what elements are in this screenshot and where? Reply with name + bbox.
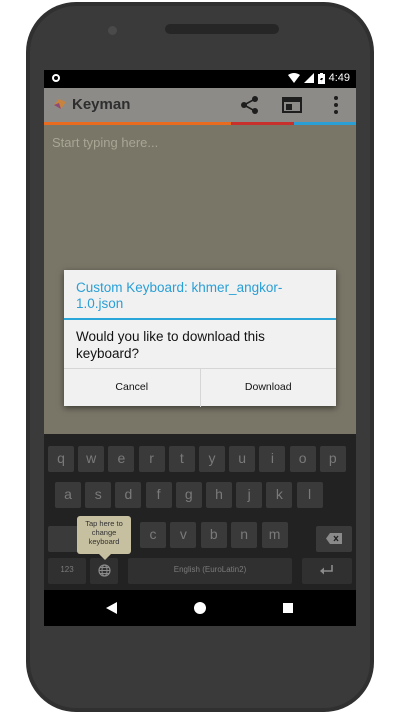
key-n[interactable]: n — [231, 522, 258, 548]
dialog-buttons: Cancel Download — [64, 368, 336, 407]
app-bar: Keyman — [44, 88, 356, 122]
cell-signal-icon — [303, 73, 314, 83]
change-keyboard-tooltip: Tap here to change keyboard — [77, 516, 131, 554]
download-keyboard-dialog: Custom Keyboard: khmer_angkor-1.0.json W… — [64, 270, 336, 407]
key-e[interactable]: e — [108, 446, 135, 472]
download-button[interactable]: Download — [199, 369, 337, 407]
web-browser-icon[interactable] — [281, 94, 303, 116]
status-bar: 4:49 — [44, 70, 356, 88]
key-l[interactable]: l — [296, 482, 323, 508]
key-a[interactable]: a — [55, 482, 81, 508]
wifi-icon — [287, 73, 300, 83]
keyman-logo-icon — [54, 99, 66, 109]
key-j[interactable]: j — [236, 482, 263, 508]
dialog-title: Custom Keyboard: khmer_angkor-1.0.json — [76, 280, 283, 311]
earpiece-speaker — [165, 24, 279, 34]
dialog-title-divider — [64, 318, 336, 320]
front-camera — [108, 26, 117, 35]
key-p[interactable]: p — [319, 446, 346, 472]
enter-key[interactable] — [302, 558, 352, 584]
numeric-key[interactable]: 123 — [48, 558, 86, 584]
navigation-bar — [44, 590, 356, 626]
key-h[interactable]: h — [206, 482, 232, 508]
backspace-key[interactable] — [316, 526, 352, 552]
key-d[interactable]: d — [115, 482, 142, 508]
key-t[interactable]: t — [168, 446, 195, 472]
key-c[interactable]: c — [140, 522, 166, 548]
on-screen-keyboard: qwertyuiop asdfghjkl cvbnm 123 English (… — [44, 434, 356, 590]
globe-icon — [97, 564, 111, 577]
globe-key[interactable] — [90, 558, 118, 584]
status-icons: 4:49 — [287, 72, 350, 84]
key-q[interactable]: q — [48, 446, 74, 472]
text-placeholder: Start typing here... — [52, 135, 159, 150]
overflow-menu-icon[interactable] — [325, 94, 347, 116]
share-icon[interactable] — [239, 94, 261, 116]
key-o[interactable]: o — [289, 446, 316, 472]
cancel-button[interactable]: Cancel — [64, 369, 200, 407]
key-u[interactable]: u — [229, 446, 256, 472]
battery-icon — [317, 72, 325, 84]
home-icon[interactable] — [194, 602, 206, 614]
key-i[interactable]: i — [259, 446, 286, 472]
key-y[interactable]: y — [199, 446, 225, 472]
key-s[interactable]: s — [85, 482, 112, 508]
notification-icon — [52, 74, 60, 82]
backspace-icon — [326, 533, 342, 544]
recents-icon[interactable] — [283, 603, 293, 613]
key-f[interactable]: f — [145, 482, 172, 508]
key-v[interactable]: v — [170, 522, 197, 548]
tooltip-pointer — [99, 554, 111, 560]
back-icon[interactable] — [106, 602, 117, 614]
device-screen: 4:49 Keyman Start typing here... qwertyu… — [44, 70, 356, 626]
enter-icon — [320, 565, 333, 575]
key-b[interactable]: b — [200, 522, 227, 548]
clock: 4:49 — [328, 72, 350, 84]
key-w[interactable]: w — [78, 446, 105, 472]
spacebar-key[interactable]: English (EuroLatin2) — [128, 558, 292, 584]
key-k[interactable]: k — [266, 482, 293, 508]
key-m[interactable]: m — [261, 522, 288, 548]
key-r[interactable]: r — [138, 446, 165, 472]
app-title: Keyman — [72, 96, 131, 113]
dialog-message: Would you like to download this keyboard… — [76, 329, 265, 361]
key-g[interactable]: g — [175, 482, 202, 508]
